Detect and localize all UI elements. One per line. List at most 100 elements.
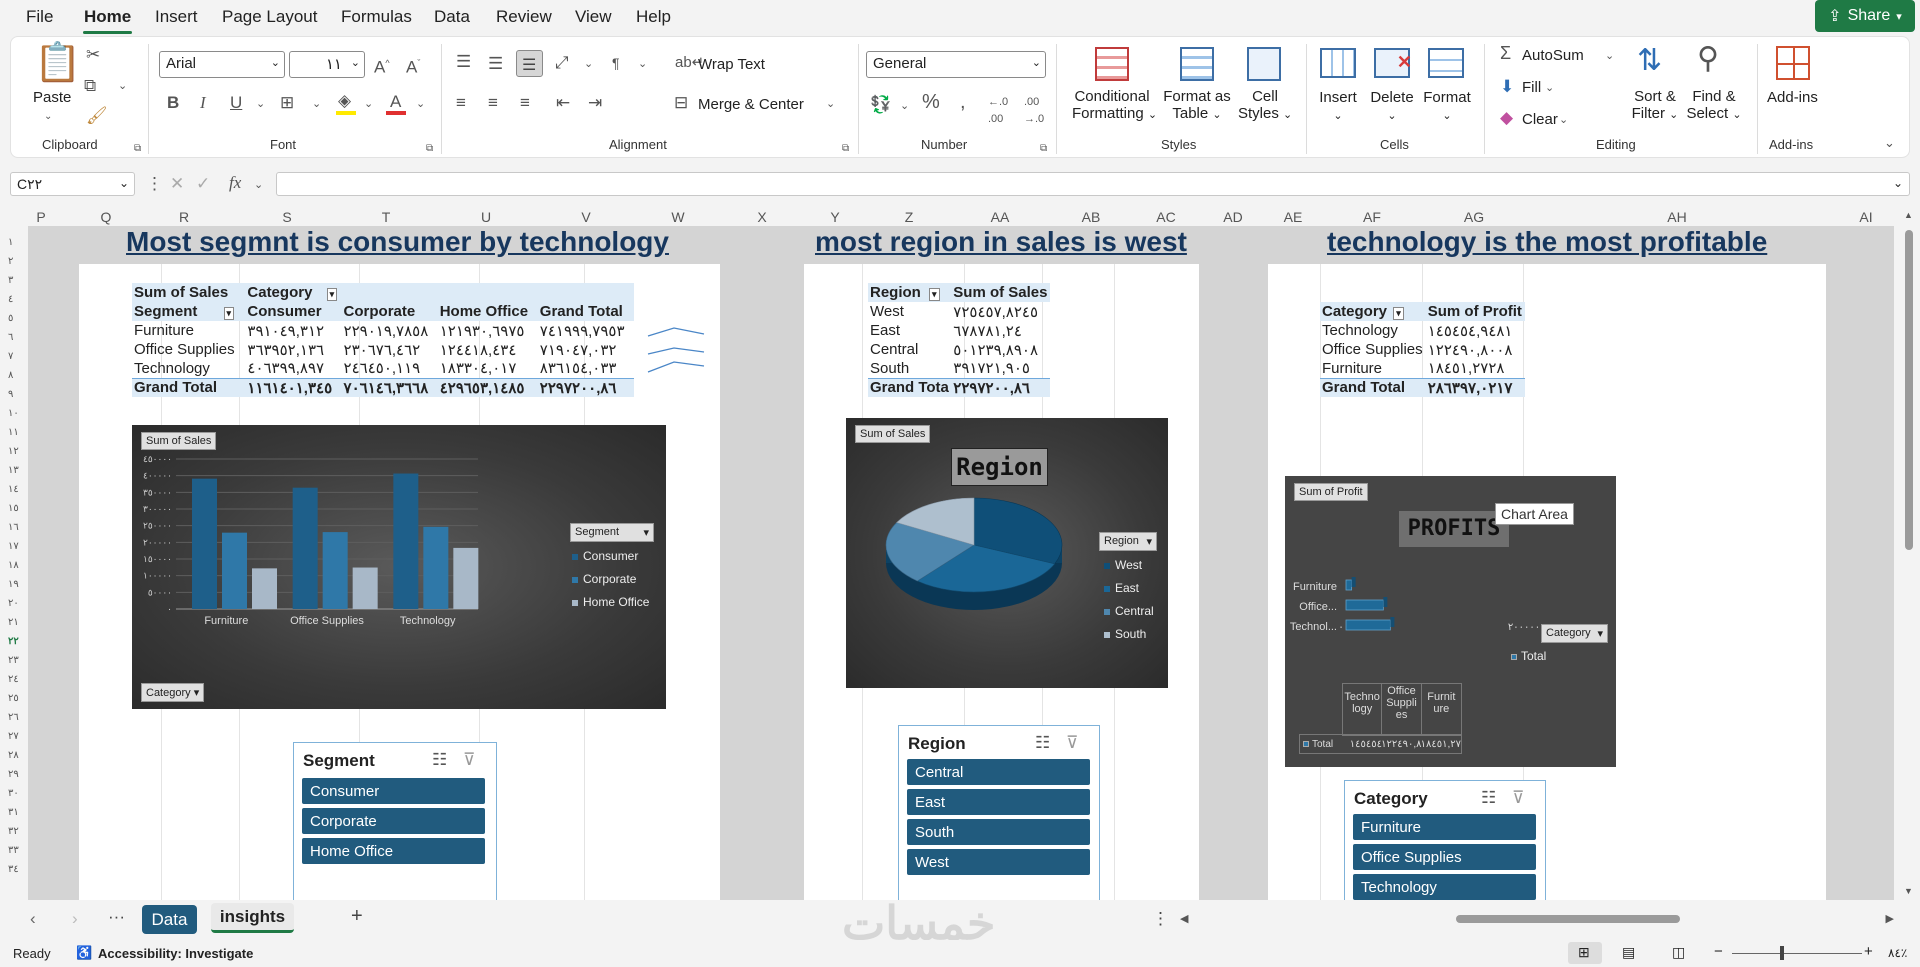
- align-middle-icon[interactable]: ☰: [488, 55, 503, 72]
- pivot-row-field[interactable]: Region ▾: [868, 283, 952, 302]
- column-header[interactable]: Z: [905, 209, 914, 225]
- slicer-item[interactable]: Furniture: [1353, 814, 1536, 840]
- row-header[interactable]: ١٨: [8, 560, 19, 571]
- row-header[interactable]: ٢٢: [8, 636, 19, 647]
- insert-cells-button[interactable]: Insert ⌄: [1319, 89, 1357, 125]
- menu-tab-insert[interactable]: Insert: [155, 7, 198, 27]
- column-header[interactable]: AG: [1464, 209, 1484, 225]
- accessibility-status[interactable]: Accessibility: Investigate: [98, 946, 253, 961]
- column-header[interactable]: R: [179, 209, 189, 225]
- row-header[interactable]: ٣٤: [8, 864, 19, 875]
- row-header[interactable]: ٢٤: [8, 674, 19, 685]
- row-header[interactable]: ١٦: [8, 522, 19, 533]
- multi-select-icon[interactable]: ☷: [1481, 789, 1496, 806]
- slicer-item[interactable]: Technology: [1353, 874, 1536, 900]
- zoom-slider[interactable]: [1732, 953, 1862, 954]
- scroll-left-icon[interactable]: ◀: [1180, 912, 1188, 925]
- slicer-item[interactable]: Home Office: [302, 838, 485, 864]
- add-ins-icon[interactable]: [1776, 46, 1810, 80]
- pivot-row-field[interactable]: Category ▾: [1320, 302, 1426, 321]
- row-header[interactable]: ١٩: [8, 579, 19, 590]
- bold-button[interactable]: B: [167, 94, 179, 111]
- column-header[interactable]: P: [36, 209, 45, 225]
- table-row-total[interactable]: Grand Total ٢٨٦٣٩٧,٠٢١٧: [1320, 377, 1525, 397]
- chevron-down-icon[interactable]: ⌄: [256, 96, 265, 113]
- increase-decimal-icon[interactable]: ←.0.00: [988, 94, 1008, 128]
- column-header[interactable]: X: [757, 209, 766, 225]
- delete-cells-button[interactable]: Delete ⌄: [1370, 89, 1414, 125]
- decrease-decimal-icon[interactable]: .00 →.0: [1024, 94, 1044, 128]
- chevron-down-icon[interactable]: ⌄: [416, 96, 425, 113]
- filter-dropdown-icon[interactable]: ▾: [326, 288, 338, 301]
- scroll-down-icon[interactable]: ▼: [1904, 886, 1913, 896]
- sort-filter-dropdown-icon[interactable]: ▾: [1393, 307, 1404, 320]
- chevron-down-icon[interactable]: ⌄: [364, 96, 373, 113]
- row-header[interactable]: ٣٢: [8, 826, 19, 837]
- row-header[interactable]: ٢٧: [8, 731, 19, 742]
- table-row[interactable]: South ٣٩١٧٢١,٩٠٥: [868, 359, 1050, 378]
- multi-select-icon[interactable]: ☷: [432, 751, 447, 768]
- row-header[interactable]: ٥: [8, 313, 13, 324]
- menu-tab-home[interactable]: Home: [84, 7, 131, 27]
- zoom-in-icon[interactable]: +: [1864, 943, 1873, 960]
- fill-color-icon[interactable]: ◈: [338, 92, 351, 109]
- row-header[interactable]: ٢٠: [8, 598, 19, 609]
- pivot-table-category[interactable]: Category ▾ Sum of Profit Technology ١٤٥٤٥…: [1320, 302, 1525, 397]
- percent-icon[interactable]: %: [922, 92, 940, 112]
- chart-field-button[interactable]: Sum of Sales: [855, 425, 931, 443]
- merge-center-icon[interactable]: ⊟: [674, 94, 688, 111]
- column-header[interactable]: V: [581, 209, 590, 225]
- dialog-launcher-icon[interactable]: ⧉: [426, 140, 433, 157]
- horizontal-scrollbar[interactable]: ◀ ▶: [1180, 912, 1894, 926]
- row-header[interactable]: ١٤: [8, 484, 19, 495]
- row-header[interactable]: ١١: [8, 427, 19, 438]
- clear-filter-icon[interactable]: ⊽: [1066, 734, 1078, 751]
- row-header[interactable]: ١: [8, 237, 13, 248]
- column-header[interactable]: AI: [1859, 209, 1872, 225]
- column-header[interactable]: AH: [1667, 209, 1686, 225]
- table-row[interactable]: Furniture ٣٩١٠٤٩,٣١٢ ٢٢٩٠١٩,٧٨٥٨ ١٢١٩٣٠,…: [132, 321, 634, 340]
- font-name-dropdown[interactable]: Arial ⌄: [159, 51, 285, 78]
- format-cells-icon[interactable]: [1428, 48, 1464, 78]
- insert-function-button[interactable]: fx: [229, 174, 241, 191]
- format-as-table-button[interactable]: Format as Table ⌄: [1160, 88, 1234, 124]
- chevron-left-icon[interactable]: ‹: [30, 910, 36, 927]
- row-header[interactable]: ٢٦: [8, 712, 19, 723]
- cut-icon[interactable]: ✂: [86, 46, 100, 63]
- dialog-launcher-icon[interactable]: ⧉: [1040, 140, 1047, 157]
- column-header[interactable]: AD: [1223, 209, 1242, 225]
- row-header[interactable]: ٨: [8, 370, 13, 381]
- collapse-ribbon-icon[interactable]: ⌄: [1884, 134, 1895, 151]
- add-sheet-icon[interactable]: +: [351, 906, 363, 926]
- row-header[interactable]: ١٠: [8, 408, 19, 419]
- slicer-item[interactable]: Corporate: [302, 808, 485, 834]
- sheet-tab-data[interactable]: Data: [142, 905, 197, 934]
- sort-filter-dropdown-icon[interactable]: ▾: [929, 288, 940, 301]
- cell-styles-button[interactable]: Cell Styles ⌄: [1238, 88, 1292, 124]
- menu-tab-page-layout[interactable]: Page Layout: [222, 7, 317, 27]
- add-ins-button[interactable]: Add-ins: [1767, 89, 1818, 106]
- column-header[interactable]: AC: [1156, 209, 1175, 225]
- row-header[interactable]: ٣: [8, 275, 13, 286]
- number-format-dropdown[interactable]: General ⌄: [866, 51, 1046, 78]
- chevron-down-icon[interactable]: ⌄: [638, 56, 647, 73]
- row-header[interactable]: ٣٣: [8, 845, 19, 856]
- wrap-text-button[interactable]: Wrap Text: [698, 56, 765, 73]
- more-sheets-icon[interactable]: ···: [108, 908, 125, 925]
- column-header[interactable]: Q: [101, 209, 112, 225]
- row-header[interactable]: ٢٥: [8, 693, 19, 704]
- row-header[interactable]: ٢٣: [8, 655, 19, 666]
- increase-indent-icon[interactable]: ⇥: [588, 94, 602, 111]
- chevron-down-icon[interactable]: ⌄: [584, 56, 593, 73]
- more-options-icon[interactable]: ⋮: [1152, 910, 1169, 927]
- clear-filter-icon[interactable]: ⊽: [463, 751, 475, 768]
- paste-icon[interactable]: 📋: [34, 44, 81, 82]
- chart-title[interactable]: PROFITS: [1399, 511, 1509, 547]
- table-row[interactable]: Technology ٤٠٦٣٩٩,٨٩٧ ٢٤٦٤٥٠,١١٩ ١٨٣٣٠٤,…: [132, 359, 634, 378]
- decrease-indent-icon[interactable]: ⇤: [556, 94, 570, 111]
- orientation-icon[interactable]: ⤢: [555, 54, 569, 71]
- align-top-icon[interactable]: ☰: [456, 53, 471, 70]
- formula-input[interactable]: ⌄: [276, 172, 1910, 196]
- row-header[interactable]: ١٥: [8, 503, 19, 514]
- slicer-item[interactable]: Central: [907, 759, 1090, 785]
